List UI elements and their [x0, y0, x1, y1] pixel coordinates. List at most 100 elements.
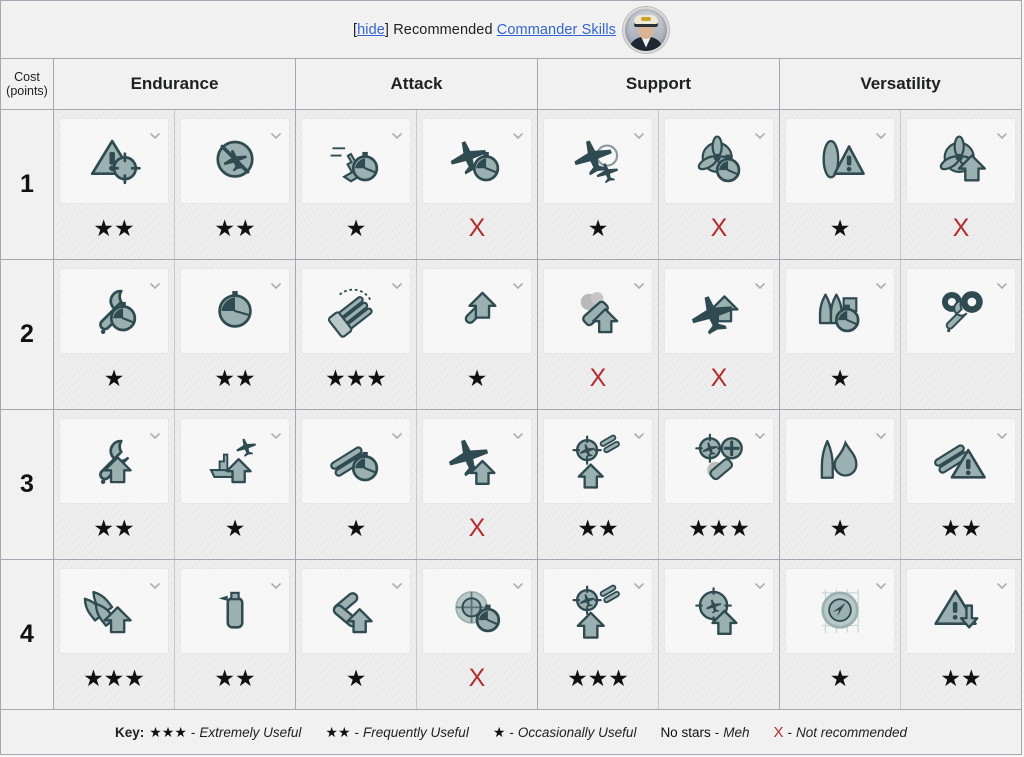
- chevron-down-icon[interactable]: [997, 576, 1007, 590]
- skill-tile[interactable]: [907, 269, 1015, 353]
- skill-tile[interactable]: [423, 419, 531, 503]
- chevron-down-icon[interactable]: [876, 276, 886, 290]
- skill-tile[interactable]: [60, 119, 168, 203]
- chevron-down-icon[interactable]: [755, 426, 765, 440]
- chevron-down-icon[interactable]: [876, 126, 886, 140]
- skill-cell[interactable]: ★★: [901, 560, 1021, 709]
- chevron-down-icon[interactable]: [271, 276, 281, 290]
- skill-tile[interactable]: [907, 119, 1015, 203]
- skill-tile[interactable]: [181, 419, 289, 503]
- chevron-down-icon[interactable]: [634, 126, 644, 140]
- skill-tile[interactable]: [665, 419, 773, 503]
- chevron-down-icon[interactable]: [150, 276, 160, 290]
- chevron-down-icon[interactable]: [513, 126, 523, 140]
- chevron-down-icon[interactable]: [392, 126, 402, 140]
- ship-speed-stopwatch-icon: [322, 130, 390, 192]
- skill-tile[interactable]: [544, 569, 652, 653]
- skill-tile[interactable]: [60, 269, 168, 353]
- hide-link[interactable]: hide: [357, 22, 385, 38]
- skill-cell[interactable]: ★★: [175, 260, 295, 409]
- skill-cell[interactable]: ★: [780, 260, 901, 409]
- skill-cell[interactable]: ★: [780, 110, 901, 259]
- skill-tile[interactable]: [60, 569, 168, 653]
- skill-cell[interactable]: X: [659, 110, 779, 259]
- skill-tile[interactable]: [786, 419, 894, 503]
- skill-cell[interactable]: ★: [54, 260, 175, 409]
- chevron-down-icon[interactable]: [392, 276, 402, 290]
- skill-cell[interactable]: ★★: [54, 410, 175, 559]
- skill-cell[interactable]: X: [417, 410, 537, 559]
- chevron-down-icon[interactable]: [634, 426, 644, 440]
- chevron-down-icon[interactable]: [150, 576, 160, 590]
- skill-tile[interactable]: [423, 569, 531, 653]
- skill-cell[interactable]: [659, 560, 779, 709]
- skill-cell[interactable]: ★: [780, 410, 901, 559]
- skill-cell[interactable]: ★: [780, 560, 901, 709]
- skill-tile[interactable]: [181, 569, 289, 653]
- chevron-down-icon[interactable]: [271, 126, 281, 140]
- chevron-down-icon[interactable]: [392, 576, 402, 590]
- skill-tile[interactable]: [302, 569, 410, 653]
- skill-tile[interactable]: [302, 419, 410, 503]
- chevron-down-icon[interactable]: [997, 126, 1007, 140]
- chevron-down-icon[interactable]: [997, 276, 1007, 290]
- skill-tile[interactable]: [665, 119, 773, 203]
- chevron-down-icon[interactable]: [755, 126, 765, 140]
- chevron-down-icon[interactable]: [150, 126, 160, 140]
- skill-tile[interactable]: [786, 569, 894, 653]
- skill-cell[interactable]: [901, 260, 1021, 409]
- chevron-down-icon[interactable]: [513, 576, 523, 590]
- skill-tile[interactable]: [665, 269, 773, 353]
- chevron-down-icon[interactable]: [271, 426, 281, 440]
- skill-cell[interactable]: ★★★: [296, 260, 417, 409]
- skill-tile[interactable]: [423, 269, 531, 353]
- skills-grid: Cost (points) Endurance Attack Support V…: [1, 59, 1021, 710]
- skill-tile[interactable]: [423, 119, 531, 203]
- commander-skills-link[interactable]: Commander Skills: [497, 22, 616, 38]
- skill-cell[interactable]: X: [538, 260, 659, 409]
- skill-cell[interactable]: ★: [296, 560, 417, 709]
- skill-tile[interactable]: [302, 119, 410, 203]
- chevron-down-icon[interactable]: [271, 576, 281, 590]
- skill-cell[interactable]: X: [417, 110, 537, 259]
- chevron-down-icon[interactable]: [997, 426, 1007, 440]
- skill-tile[interactable]: [302, 269, 410, 353]
- skill-tile[interactable]: [181, 119, 289, 203]
- skill-cell[interactable]: ★★: [54, 110, 175, 259]
- skill-cell[interactable]: ★★: [175, 560, 295, 709]
- chevron-down-icon[interactable]: [513, 426, 523, 440]
- chevron-down-icon[interactable]: [513, 276, 523, 290]
- chevron-down-icon[interactable]: [876, 426, 886, 440]
- skill-tile[interactable]: [544, 419, 652, 503]
- chevron-down-icon[interactable]: [876, 576, 886, 590]
- skill-cell[interactable]: ★: [417, 260, 537, 409]
- skill-cell[interactable]: X: [417, 560, 537, 709]
- skill-cell[interactable]: ★★: [901, 410, 1021, 559]
- skill-tile[interactable]: [665, 569, 773, 653]
- skill-tile[interactable]: [544, 269, 652, 353]
- skill-cell[interactable]: ★: [296, 410, 417, 559]
- chevron-down-icon[interactable]: [392, 426, 402, 440]
- skill-cell[interactable]: ★★: [538, 410, 659, 559]
- chevron-down-icon[interactable]: [755, 276, 765, 290]
- skill-tile[interactable]: [181, 269, 289, 353]
- skill-cell[interactable]: X: [659, 260, 779, 409]
- skill-tile[interactable]: [786, 269, 894, 353]
- skill-tile[interactable]: [786, 119, 894, 203]
- chevron-down-icon[interactable]: [634, 276, 644, 290]
- skill-cell[interactable]: ★: [538, 110, 659, 259]
- skill-cell[interactable]: X: [901, 110, 1021, 259]
- chevron-down-icon[interactable]: [755, 576, 765, 590]
- skill-tile[interactable]: [907, 569, 1015, 653]
- skill-cell[interactable]: ★★★: [538, 560, 659, 709]
- skill-tile[interactable]: [544, 119, 652, 203]
- skill-cell[interactable]: ★: [175, 410, 295, 559]
- chevron-down-icon[interactable]: [634, 576, 644, 590]
- chevron-down-icon[interactable]: [150, 426, 160, 440]
- skill-cell[interactable]: ★: [296, 110, 417, 259]
- skill-cell[interactable]: ★★★: [659, 410, 779, 559]
- skill-cell[interactable]: ★★★: [54, 560, 175, 709]
- skill-tile[interactable]: [60, 419, 168, 503]
- skill-tile[interactable]: [907, 419, 1015, 503]
- skill-cell[interactable]: ★★: [175, 110, 295, 259]
